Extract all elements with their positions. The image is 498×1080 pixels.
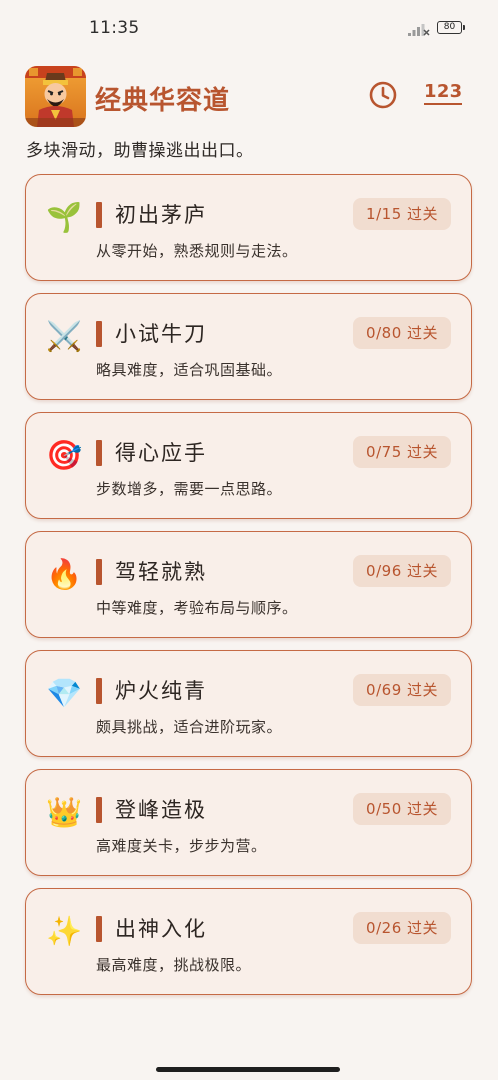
level-card[interactable]: 🌱 初出茅庐从零开始，熟悉规则与走法。 1/15 过关 (25, 174, 472, 281)
header: 经典华容道 123 (0, 60, 498, 140)
level-description: 最高难度，挑战极限。 (96, 956, 252, 974)
level-accent-bar (96, 440, 102, 466)
sparkles-icon: ✨ (45, 914, 83, 948)
battery-icon: 80 (437, 21, 465, 36)
level-progress-badge: 1/15 过关 (353, 198, 451, 230)
level-description: 颇具挑战，适合进阶玩家。 (96, 718, 283, 736)
level-accent-bar (96, 797, 102, 823)
level-progress-badge: 0/80 过关 (353, 317, 451, 349)
clock-icon (369, 81, 397, 109)
level-accent-bar (96, 321, 102, 347)
level-progress-badge: 0/96 过关 (353, 555, 451, 587)
level-accent-bar (96, 559, 102, 585)
seedling-icon: 🌱 (45, 200, 83, 234)
status-time: 11:35 (89, 18, 140, 38)
level-accent-bar (96, 916, 102, 942)
level-card[interactable]: ✨ 出神入化最高难度，挑战极限。 0/26 过关 (25, 888, 472, 995)
level-description: 高难度关卡，步步为营。 (96, 837, 267, 855)
level-card[interactable]: 💎 炉火纯青颇具挑战，适合进阶玩家。 0/69 过关 (25, 650, 472, 757)
level-name: 出神入化 (115, 917, 207, 941)
level-name: 登峰造极 (115, 798, 207, 822)
crossed-swords-icon: ⚔️ (45, 319, 83, 353)
history-clock-button[interactable] (366, 78, 400, 112)
level-description: 中等难度，考验布局与顺序。 (96, 599, 298, 617)
level-description: 步数增多，需要一点思路。 (96, 480, 283, 498)
level-progress-badge: 0/50 过关 (353, 793, 451, 825)
records-button[interactable]: 123 (424, 82, 463, 105)
level-description: 从零开始，熟悉规则与走法。 (96, 242, 298, 260)
level-name: 炉火纯青 (115, 679, 207, 703)
home-indicator[interactable] (156, 1067, 340, 1072)
app-logo (25, 66, 86, 127)
level-name: 得心应手 (115, 441, 207, 465)
level-card[interactable]: 🎯 得心应手步数增多，需要一点思路。 0/75 过关 (25, 412, 472, 519)
level-card[interactable]: ⚔️ 小试牛刀略具难度，适合巩固基础。 0/80 过关 (25, 293, 472, 400)
level-progress-badge: 0/75 过关 (353, 436, 451, 468)
level-name: 初出茅庐 (115, 203, 207, 227)
status-bar: 11:35 80 (0, 0, 498, 56)
gem-icon: 💎 (45, 676, 83, 710)
level-name: 驾轻就熟 (115, 560, 207, 584)
target-icon: 🎯 (45, 438, 83, 472)
app-title: 经典华容道 (95, 86, 231, 116)
page-subtitle: 多块滑动，助曹操逃出出口。 (26, 141, 254, 161)
bottom-safe-area (0, 1000, 498, 1060)
battery-level: 80 (437, 21, 462, 34)
signal-icon (408, 24, 430, 36)
level-progress-badge: 0/69 过关 (353, 674, 451, 706)
level-description: 略具难度，适合巩固基础。 (96, 361, 283, 379)
fire-icon: 🔥 (45, 557, 83, 591)
level-progress-badge: 0/26 过关 (353, 912, 451, 944)
crown-icon: 👑 (45, 795, 83, 829)
level-accent-bar (96, 678, 102, 704)
level-card[interactable]: 🔥 驾轻就熟中等难度，考验布局与顺序。 0/96 过关 (25, 531, 472, 638)
level-name: 小试牛刀 (115, 322, 207, 346)
level-accent-bar (96, 202, 102, 228)
level-card[interactable]: 👑 登峰造极高难度关卡，步步为营。 0/50 过关 (25, 769, 472, 876)
